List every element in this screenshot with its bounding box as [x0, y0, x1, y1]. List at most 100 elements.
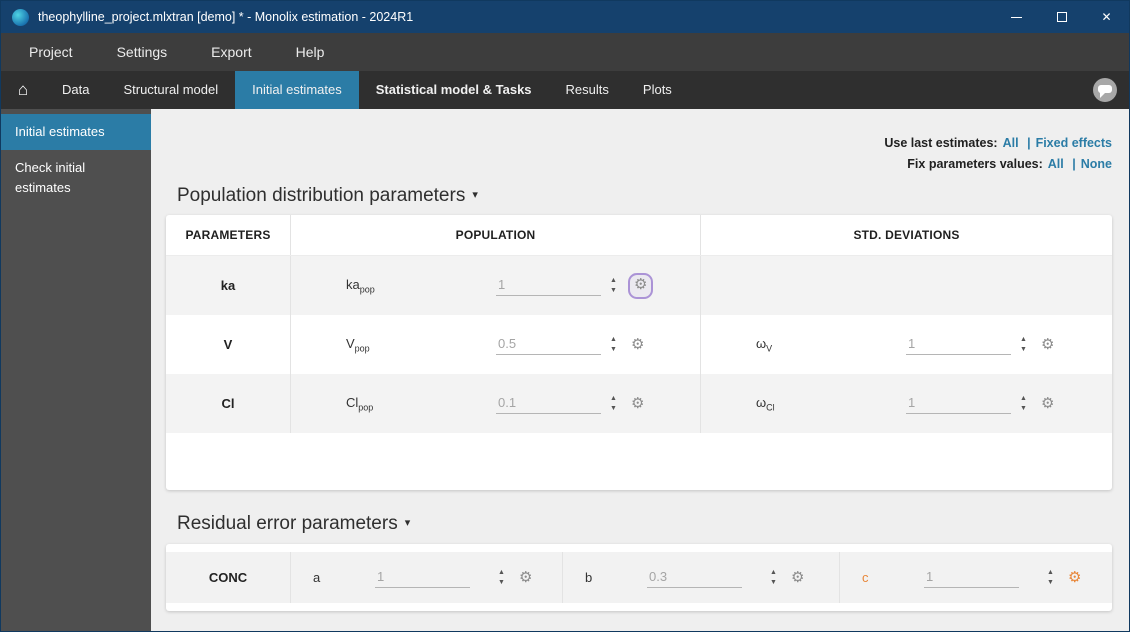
tab-structural-model[interactable]: Structural model — [106, 71, 235, 109]
ka-pop-value-input[interactable] — [496, 275, 601, 296]
gear-icon[interactable]: ⚙ — [634, 276, 647, 293]
std-param-label: ωV — [756, 336, 906, 354]
omega-v-value-input[interactable] — [906, 334, 1011, 355]
residual-section-title[interactable]: Residual error parameters ▾ — [177, 513, 410, 535]
window-title: theophylline_project.mlxtran [demo] * - … — [38, 10, 413, 24]
tooltip-toggle-icon[interactable] — [1093, 78, 1117, 102]
v-pop-value-input[interactable] — [496, 334, 601, 355]
residual-field-a: a ▲ ▼ ⚙ — [291, 552, 563, 603]
caret-down-icon: ▾ — [472, 189, 478, 201]
gear-focus-ring[interactable]: ⚙ — [628, 273, 653, 299]
std-param-label: ωCl — [756, 395, 906, 413]
value-stepper[interactable]: ▲ ▼ — [1018, 394, 1029, 414]
c-value-input[interactable] — [924, 567, 1019, 588]
residual-error-card: CONC a ▲ ▼ ⚙ b ▲ — [166, 544, 1112, 611]
output-name: CONC — [166, 552, 291, 603]
stepper-down-icon[interactable]: ▼ — [1045, 578, 1056, 588]
std-cell-ka-empty — [701, 256, 1112, 315]
fix-all-link[interactable]: All — [1048, 157, 1064, 171]
sidebar-item-initial-estimates[interactable]: Initial estimates — [1, 114, 151, 150]
stepper-up-icon[interactable]: ▲ — [768, 568, 779, 578]
table-row-v: V Vpop ▲ ▼ ⚙ ωV ▲ — [166, 315, 1112, 374]
population-cell-ka: kapop ▲ ▼ ⚙ — [291, 256, 701, 315]
window-body: Initial estimates Check initial estimate… — [1, 109, 1129, 632]
gear-icon[interactable]: ⚙ — [1041, 396, 1054, 411]
use-last-all-link[interactable]: All — [1003, 136, 1019, 150]
value-stepper[interactable]: ▲ ▼ — [1045, 568, 1056, 588]
stepper-down-icon[interactable]: ▼ — [768, 578, 779, 588]
error-param-label: c — [862, 570, 924, 585]
tab-statistical-model-tasks[interactable]: Statistical model & Tasks — [359, 71, 549, 109]
stepper-up-icon[interactable]: ▲ — [608, 394, 619, 404]
menubar: Project Settings Export Help — [1, 33, 1129, 71]
gear-icon[interactable]: ⚙ — [791, 570, 804, 585]
value-stepper[interactable]: ▲ ▼ — [1018, 335, 1029, 355]
stepper-down-icon[interactable]: ▼ — [608, 404, 619, 414]
header-population: POPULATION — [291, 215, 701, 255]
separator: | — [1072, 157, 1076, 171]
value-stepper[interactable]: ▲ ▼ — [608, 335, 619, 355]
tab-plots[interactable]: Plots — [626, 71, 689, 109]
stepper-down-icon[interactable]: ▼ — [608, 345, 619, 355]
monolix-logo-icon — [12, 9, 29, 26]
residual-section-title-text: Residual error parameters — [177, 513, 398, 534]
cl-pop-value-input[interactable] — [496, 393, 601, 414]
stepper-up-icon[interactable]: ▲ — [1018, 394, 1029, 404]
fix-parameters-row: Fix parameters values: All | None — [884, 154, 1112, 175]
gear-icon[interactable]: ⚙ — [631, 337, 644, 352]
close-button[interactable]: ✕ — [1084, 1, 1129, 33]
main-panel: Use last estimates:All |Fixed effects Fi… — [151, 109, 1129, 632]
separator: | — [1027, 136, 1031, 150]
a-value-input[interactable] — [375, 567, 470, 588]
maximize-icon — [1057, 12, 1067, 22]
table-row-cl: Cl Clpop ▲ ▼ ⚙ ωCl ▲ — [166, 374, 1112, 433]
stepper-down-icon[interactable]: ▼ — [1018, 404, 1029, 414]
close-icon: ✕ — [1101, 10, 1111, 24]
sidebar-item-check-initial-estimates[interactable]: Check initial estimates — [1, 150, 151, 206]
sidebar: Initial estimates Check initial estimate… — [1, 109, 151, 632]
b-value-input[interactable] — [647, 567, 742, 588]
value-stepper[interactable]: ▲ ▼ — [768, 568, 779, 588]
minimize-button[interactable] — [994, 1, 1039, 33]
fix-none-link[interactable]: None — [1081, 157, 1112, 171]
population-cell-v: Vpop ▲ ▼ ⚙ — [291, 315, 701, 374]
gear-icon[interactable]: ⚙ — [631, 396, 644, 411]
header-std-deviations: STD. DEVIATIONS — [701, 215, 1112, 255]
home-button[interactable]: ⌂ — [1, 71, 45, 109]
stepper-up-icon[interactable]: ▲ — [1018, 335, 1029, 345]
menu-settings[interactable]: Settings — [95, 33, 190, 71]
stepper-down-icon[interactable]: ▼ — [496, 578, 507, 588]
stepper-down-icon[interactable]: ▼ — [1018, 345, 1029, 355]
stepper-up-icon[interactable]: ▲ — [608, 335, 619, 345]
tab-results[interactable]: Results — [549, 71, 626, 109]
menu-help[interactable]: Help — [274, 33, 347, 71]
value-stepper[interactable]: ▲ ▼ — [496, 568, 507, 588]
use-last-fixed-effects-link[interactable]: Fixed effects — [1036, 136, 1112, 150]
value-stepper[interactable]: ▲ ▼ — [608, 394, 619, 414]
omega-cl-value-input[interactable] — [906, 393, 1011, 414]
menu-export[interactable]: Export — [189, 33, 273, 71]
stepper-up-icon[interactable]: ▲ — [1045, 568, 1056, 578]
tab-data[interactable]: Data — [45, 71, 106, 109]
population-section-title-text: Population distribution parameters — [177, 185, 465, 206]
gear-icon[interactable]: ⚙ — [1068, 570, 1081, 585]
gear-icon[interactable]: ⚙ — [519, 570, 532, 585]
minimize-icon — [1011, 17, 1022, 18]
menu-project[interactable]: Project — [7, 33, 95, 71]
stepper-down-icon[interactable]: ▼ — [608, 286, 619, 296]
caret-down-icon: ▾ — [405, 517, 411, 529]
value-stepper[interactable]: ▲ ▼ — [608, 276, 619, 296]
stepper-up-icon[interactable]: ▲ — [496, 568, 507, 578]
gear-icon[interactable]: ⚙ — [1041, 337, 1054, 352]
main-tabbar: ⌂ Data Structural model Initial estimate… — [1, 71, 1129, 109]
std-cell-v: ωV ▲ ▼ ⚙ — [701, 315, 1112, 374]
population-section-title[interactable]: Population distribution parameters ▾ — [177, 185, 478, 207]
stepper-up-icon[interactable]: ▲ — [608, 276, 619, 286]
std-cell-cl: ωCl ▲ ▼ ⚙ — [701, 374, 1112, 433]
fix-parameters-label: Fix parameters values: — [907, 157, 1043, 171]
param-name: V — [166, 315, 291, 374]
tab-initial-estimates[interactable]: Initial estimates — [235, 71, 359, 109]
maximize-button[interactable] — [1039, 1, 1084, 33]
titlebar[interactable]: theophylline_project.mlxtran [demo] * - … — [1, 1, 1129, 33]
pop-param-label: kapop — [346, 277, 496, 295]
